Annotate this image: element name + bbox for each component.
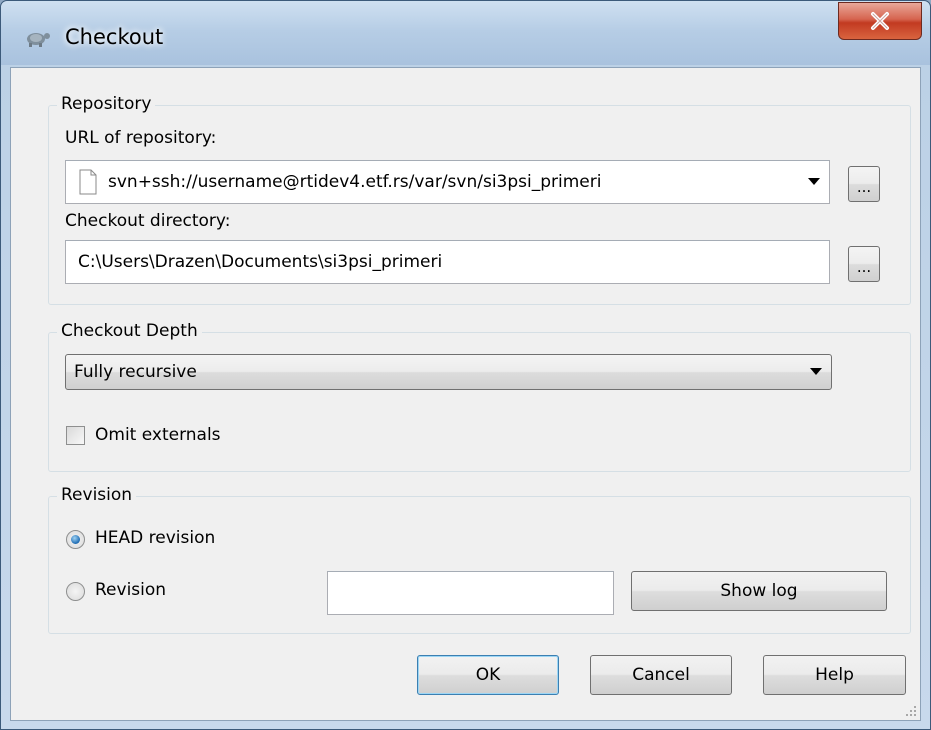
checkout-directory-label: Checkout directory: [65, 211, 231, 231]
help-button[interactable]: Help [763, 655, 906, 695]
window-title: Checkout [65, 25, 164, 49]
directory-browse-button[interactable]: ... [848, 246, 880, 282]
dialog-content: Repository URL of repository: svn+ssh://… [10, 67, 921, 721]
repository-legend: Repository [57, 94, 156, 114]
omit-externals-label[interactable]: Omit externals [95, 425, 221, 445]
close-button[interactable] [838, 2, 922, 40]
url-label: URL of repository: [65, 128, 217, 148]
chevron-down-icon[interactable] [809, 355, 823, 389]
checkout-depth-legend: Checkout Depth [57, 321, 202, 341]
cancel-button[interactable]: Cancel [590, 655, 732, 695]
omit-externals-checkbox[interactable] [66, 426, 85, 445]
revision-radio[interactable] [66, 582, 85, 601]
title-bar[interactable]: Checkout [1, 1, 930, 67]
show-log-button[interactable]: Show log [631, 571, 887, 611]
checkout-depth-select[interactable]: Fully recursive [65, 354, 832, 390]
checkout-directory-value: C:\Users\Drazen\Documents\si3psi_primeri [78, 252, 443, 272]
chevron-down-icon[interactable] [807, 161, 821, 203]
file-icon [79, 169, 97, 195]
url-combobox[interactable]: svn+ssh://username@rtidev4.etf.rs/var/sv… [65, 160, 830, 204]
url-value: svn+ssh://username@rtidev4.etf.rs/var/sv… [108, 172, 602, 192]
head-revision-radio[interactable] [66, 530, 85, 549]
revision-label[interactable]: Revision [95, 580, 166, 600]
close-icon [871, 12, 889, 30]
revision-input[interactable] [327, 571, 614, 615]
checkout-depth-group: Checkout Depth [48, 321, 911, 472]
resize-grip-icon[interactable] [904, 704, 918, 718]
head-revision-label[interactable]: HEAD revision [95, 528, 215, 548]
ok-button[interactable]: OK [417, 655, 559, 695]
url-browse-button[interactable]: ... [848, 166, 880, 202]
checkout-depth-value: Fully recursive [74, 362, 197, 382]
revision-legend: Revision [57, 485, 137, 505]
checkout-directory-input[interactable]: C:\Users\Drazen\Documents\si3psi_primeri [65, 240, 830, 284]
tortoise-icon [27, 33, 50, 47]
checkout-dialog: Checkout Repository URL of repository: s… [0, 0, 931, 730]
